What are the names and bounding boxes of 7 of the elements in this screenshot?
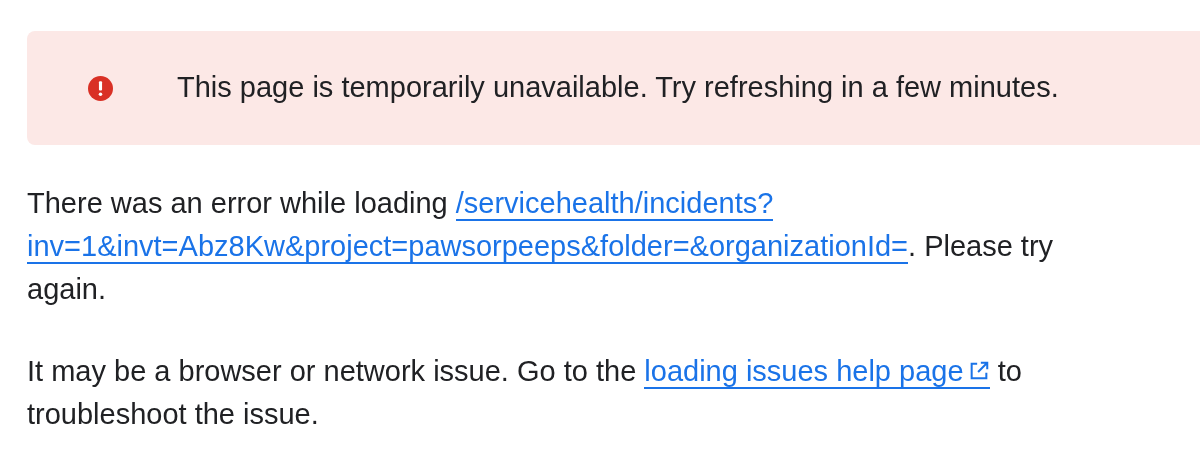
error-message: There was an error while loading /servicehealth/incidents? inv=1&invt=Abz8Kw&project=pawsorpeeps&folder=&organizationId=. Please try again.	[27, 186, 1055, 307]
help-page-link[interactable]: loading issues help page	[644, 355, 990, 389]
url-link[interactable]: inv=1&invt=Abz8Kw&project=pawsorpeeps&folder=&organizationId=	[27, 230, 909, 264]
help-message: It may be a browser or network issue. Go to the loading issues help page to troubleshoot the issue.	[27, 354, 1023, 432]
error-icon	[88, 75, 113, 101]
url-link[interactable]: /servicehealth/incidents?	[455, 187, 774, 221]
banner-message: This page is temporarily unavailable. Try refreshing in a few minutes.	[177, 70, 1059, 106]
